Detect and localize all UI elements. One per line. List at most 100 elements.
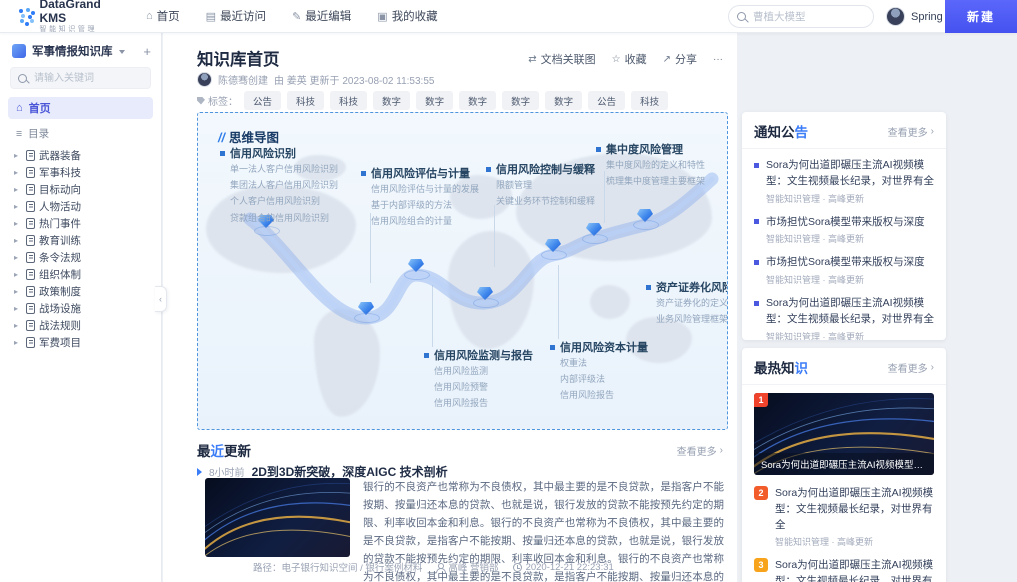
more-button[interactable]: ··· xyxy=(713,54,723,65)
favorite-button[interactable]: ☆收藏 xyxy=(612,51,647,67)
hot-view-more-link[interactable]: 查看更多› xyxy=(888,360,934,375)
hot-featured-item[interactable]: 1 Sora为何出道即碾压主流AI视频模型：文生视频最… xyxy=(754,393,934,475)
clock-icon xyxy=(513,563,522,572)
bullet-icon xyxy=(754,219,759,224)
recent-item-thumbnail[interactable] xyxy=(205,478,350,557)
mindmap-canvas[interactable]: //思维导图 信用风险识 xyxy=(197,112,728,430)
top-header: DataGrand KMS 智能知识管理 ⌂首页 ▤最近访问 ✎最近编辑 ▣我的… xyxy=(0,0,1017,33)
notice-item[interactable]: 市场担忧Sora模型带来版权与深度智能知识管理 · 高峰更新 xyxy=(754,250,934,291)
tag-chip[interactable]: 科技 xyxy=(631,91,668,110)
sidebar-item-battlefield[interactable]: ▸战场设施 xyxy=(0,300,161,317)
new-button[interactable]: 新建 xyxy=(945,0,1017,33)
mindmap-node-credit-risk-identification[interactable]: 信用风险识别 单一法人客户信用风险识别 集团法人客户信用风险识别 个人客户信用风… xyxy=(220,145,338,226)
map-pin-icon xyxy=(407,257,425,275)
sidebar-list: ▸武器装备 ▸军事科技 ▸目标动向 ▸人物活动 ▸热门事件 ▸教育训练 ▸条令法… xyxy=(0,145,161,353)
sidebar-item-tactics[interactable]: ▸战法规则 xyxy=(0,317,161,334)
sidebar-item-people-activities[interactable]: ▸人物活动 xyxy=(0,198,161,215)
sidebar-item-target-trends[interactable]: ▸目标动向 xyxy=(0,181,161,198)
tag-chip[interactable]: 数字 xyxy=(545,91,582,110)
chevron-right-icon: › xyxy=(931,362,934,373)
kb-title[interactable]: 军事情报知识库 xyxy=(32,43,113,59)
sidebar-item-organization[interactable]: ▸组织体制 xyxy=(0,266,161,283)
sidebar-item-hot-events[interactable]: ▸热门事件 xyxy=(0,215,161,232)
main-panel: 知识库首页 ⇄文档关联图 ☆收藏 ↗分享 ··· 陈德骞创建 由 姜英 更新于 … xyxy=(163,33,737,582)
more-icon: ··· xyxy=(713,54,723,65)
hot-item[interactable]: 3Sora为何出道即碾压主流AI视频模型：文生视频最长纪录，对世界有全智能知识管… xyxy=(742,553,946,582)
triangle-icon xyxy=(197,468,202,476)
tag-chip[interactable]: 数字 xyxy=(373,91,410,110)
recent-item-path[interactable]: 路径：电子银行知识空间 / 银行案例材料 xyxy=(253,560,422,574)
sidebar-item-military-tech[interactable]: ▸军事科技 xyxy=(0,164,161,181)
hot-item[interactable]: 2Sora为何出道即碾压主流AI视频模型：文生视频最长纪录，对世界有全智能知识管… xyxy=(742,481,946,553)
share-button[interactable]: ↗分享 xyxy=(663,51,697,67)
sidebar-item-policy[interactable]: ▸政策制度 xyxy=(0,283,161,300)
sidebar: 军事情报知识库 + ⌂ 首页 ≡ 目录 ▸武器装备 ▸军事科技 ▸目标动向 ▸人… xyxy=(0,33,162,582)
sidebar-collapse-handle[interactable]: ‹ xyxy=(155,286,167,312)
nav-recent-visits[interactable]: ▤最近访问 xyxy=(206,8,266,24)
brand[interactable]: DataGrand KMS 智能知识管理 xyxy=(0,0,118,34)
sidebar-item-home[interactable]: ⌂ 首页 xyxy=(8,97,153,119)
tag-chip[interactable]: 数字 xyxy=(459,91,496,110)
caret-right-icon: ▸ xyxy=(14,321,22,330)
notice-item[interactable]: Sora为何出道即碾压主流AI视频模型：文生视频最长纪录，对世界有全智能知识管理… xyxy=(754,291,934,340)
map-pin-icon xyxy=(476,285,494,303)
nav-favorites[interactable]: ▣我的收藏 xyxy=(377,8,437,24)
caret-right-icon: ▸ xyxy=(14,287,22,296)
kb-chevron-icon[interactable] xyxy=(119,50,125,54)
hot-knowledge-card: 最热知识 查看更多› 1 Sora为何出道即碾压主流AI视频模型：文生视频最… … xyxy=(742,348,946,582)
recent-view-more-link[interactable]: 查看更多› xyxy=(677,443,723,458)
home-icon: ⌂ xyxy=(146,10,153,22)
caret-right-icon: ▸ xyxy=(14,270,22,279)
sidebar-search[interactable] xyxy=(10,67,151,89)
bullet-icon xyxy=(754,163,759,168)
notice-item[interactable]: Sora为何出道即碾压主流AI视频模型：文生视频最长纪录，对世界有全智能知识管理… xyxy=(754,153,934,210)
rank-badge: 3 xyxy=(754,558,768,572)
global-search[interactable] xyxy=(728,5,874,28)
book-icon xyxy=(26,235,35,246)
mindmap-node-capital-measurement[interactable]: 信用风险资本计量 权重法 内部评级法 信用风险报告 xyxy=(550,339,648,404)
sidebar-item-training[interactable]: ▸教育训练 xyxy=(0,232,161,249)
sidebar-item-regulations[interactable]: ▸条令法规 xyxy=(0,249,161,266)
sidebar-search-input[interactable] xyxy=(32,72,143,85)
global-search-input[interactable] xyxy=(751,10,865,24)
doc-actions: ⇄文档关联图 ☆收藏 ↗分享 ··· xyxy=(528,51,723,67)
caret-right-icon: ▸ xyxy=(14,338,22,347)
mindmap-node-concentration-risk[interactable]: 集中度风险管理 集中度风险的定义和特性 梳理集中度管理主要框架 xyxy=(596,141,705,189)
creator-avatar xyxy=(197,72,212,87)
recent-item-time: 8小时前 xyxy=(209,464,245,479)
sidebar-item-budget[interactable]: ▸军费项目 xyxy=(0,334,161,351)
mindmap-node-risk-control[interactable]: 信用风险控制与缓释 限额管理 关键业务环节控制和缓释 xyxy=(486,161,595,209)
sidebar-directory-header[interactable]: ≡ 目录 xyxy=(0,119,161,145)
caret-right-icon: ▸ xyxy=(14,219,22,228)
sidebar-item-weapons[interactable]: ▸武器装备 xyxy=(0,147,161,164)
tag-chip[interactable]: 数字 xyxy=(502,91,539,110)
book-icon xyxy=(26,252,35,263)
tag-chip[interactable]: 数字 xyxy=(416,91,453,110)
caret-right-icon: ▸ xyxy=(14,304,22,313)
tags-label: 标签： xyxy=(208,93,238,108)
mindmap-node-risk-assessment[interactable]: 信用风险评估与计量 信用风险评估与计量的发展 基于内部评级的方法 信用风险组合的… xyxy=(361,165,479,230)
share-icon: ↗ xyxy=(663,54,671,65)
doc-graph-button[interactable]: ⇄文档关联图 xyxy=(528,51,595,67)
tag-chip[interactable]: 科技 xyxy=(287,91,324,110)
nav-recent-edits[interactable]: ✎最近编辑 xyxy=(292,8,351,24)
tag-icon xyxy=(197,97,205,105)
byline-creator: 陈德骞创建 xyxy=(218,72,268,87)
tag-chip[interactable]: 公告 xyxy=(588,91,625,110)
doc-graph-icon: ⇄ xyxy=(528,54,536,65)
caret-right-icon: ▸ xyxy=(14,236,22,245)
mindmap-node-risk-monitoring[interactable]: 信用风险监测与报告 信用风险监测 信用风险预警 信用风险报告 xyxy=(424,347,533,412)
kb-add-button[interactable]: + xyxy=(143,45,151,58)
tag-chip[interactable]: 科技 xyxy=(330,91,367,110)
nav-home[interactable]: ⌂首页 xyxy=(146,8,180,24)
hot-featured-caption: Sora为何出道即碾压主流AI视频模型：文生视频最… xyxy=(754,453,934,475)
notices-view-more-link[interactable]: 查看更多› xyxy=(888,124,934,139)
brand-name: DataGrand KMS xyxy=(39,0,118,25)
brand-subtitle: 智能知识管理 xyxy=(39,26,118,34)
mindmap-node-securitization-risk[interactable]: 资产证券化风险管理 资产证券化的定义和分类 业务风险管理框架 xyxy=(646,279,728,327)
tag-chip[interactable]: 公告 xyxy=(244,91,281,110)
thumbnail-art xyxy=(205,478,350,557)
map-pin-icon xyxy=(585,221,603,239)
notice-item[interactable]: 市场担忧Sora模型带来版权与深度智能知识管理 · 高峰更新 xyxy=(754,210,934,251)
rank-badge: 1 xyxy=(754,393,768,407)
